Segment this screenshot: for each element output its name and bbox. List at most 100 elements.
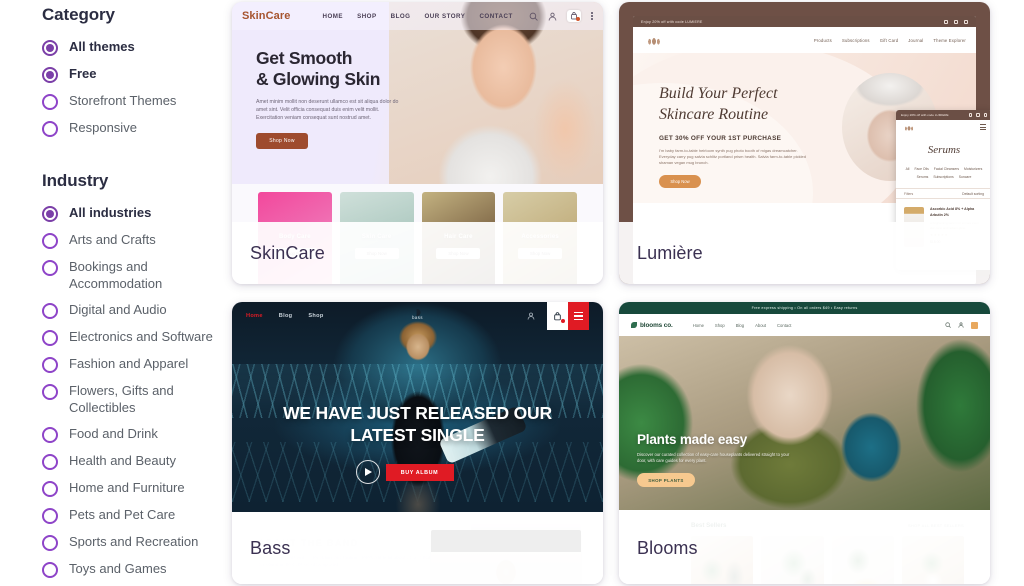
industry-option-sports-and-recreation[interactable]: Sports and Recreation: [42, 534, 232, 551]
account-icon[interactable]: [958, 322, 964, 328]
industry-option-pets-and-pet-care[interactable]: Pets and Pet Care: [42, 507, 232, 524]
nav-link-gift-card[interactable]: Gift Card: [880, 38, 899, 43]
cart-icon[interactable]: [567, 10, 582, 22]
search-icon[interactable]: [945, 322, 951, 328]
industry-option-fashion-and-apparel[interactable]: Fashion and Apparel: [42, 356, 232, 373]
lumiere-shop-now-button[interactable]: Shop Now: [659, 175, 701, 188]
nav-link-theme-explorer[interactable]: Theme Explorer: [933, 38, 966, 43]
filter-label[interactable]: Filters: [904, 192, 913, 196]
nav-link-home[interactable]: Home: [693, 323, 704, 328]
sort-dropdown[interactable]: Default sorting: [962, 192, 984, 196]
industry-option-food-and-drink[interactable]: Food and Drink: [42, 426, 232, 443]
tab-suncare[interactable]: Suncare: [959, 175, 972, 179]
nav-link-our-story[interactable]: OUR STORY: [424, 13, 465, 20]
account-icon[interactable]: [527, 312, 535, 320]
tab-face-oils[interactable]: Face Oils: [914, 167, 928, 171]
category-option-all-themes[interactable]: All themes: [42, 39, 232, 56]
blooms-announcement-bar: Free express shipping • On all orders $4…: [619, 302, 990, 314]
mobile-announcement-bar: Enjoy 20% off with code LUMIERE: [896, 110, 990, 120]
nav-link-shop[interactable]: Shop: [308, 313, 323, 319]
hamburger-menu-icon[interactable]: [980, 124, 986, 130]
tab-facial-cleansers[interactable]: Facial Cleansers: [934, 167, 959, 171]
more-options-icon[interactable]: [591, 11, 593, 21]
account-icon[interactable]: [976, 113, 980, 117]
industry-option-health-and-beauty[interactable]: Health and Beauty: [42, 453, 232, 470]
nav-link-blog[interactable]: BLOG: [391, 13, 411, 20]
industry-option-bookings-and-accommodation[interactable]: Bookings and Accommodation: [42, 259, 232, 292]
theme-name: SkinCare: [250, 242, 325, 263]
radio-icon[interactable]: [42, 67, 58, 83]
search-icon[interactable]: [968, 113, 973, 117]
nav-link-shop[interactable]: Shop: [715, 323, 725, 328]
category-option-responsive[interactable]: Responsive: [42, 120, 232, 137]
blooms-announcement-text: Free express shipping • On all orders $4…: [751, 306, 858, 310]
industry-option-toys-and-games[interactable]: Toys and Games: [42, 561, 232, 578]
mobile-navbar: [896, 120, 990, 134]
bass-buy-album-button[interactable]: BUY ALBUM: [385, 464, 454, 481]
nav-link-home[interactable]: HOME: [323, 13, 344, 20]
category-option-storefront-themes[interactable]: Storefront Themes: [42, 93, 232, 110]
nav-link-shop[interactable]: SHOP: [357, 13, 377, 20]
cart-icon[interactable]: [547, 302, 568, 330]
tab-serums[interactable]: Serums: [917, 175, 929, 179]
radio-icon[interactable]: [42, 454, 58, 470]
radio-icon[interactable]: [42, 384, 58, 400]
industry-option-home-and-furniture[interactable]: Home and Furniture: [42, 480, 232, 497]
radio-icon[interactable]: [42, 260, 58, 276]
play-button-icon[interactable]: [355, 460, 380, 484]
theme-card-lumiere[interactable]: Enjoy 20% off with code LUMIERE Products…: [619, 2, 990, 284]
lumiere-nav-links: Products Subscriptions Gift Card Journal…: [814, 38, 966, 43]
theme-card-skincare[interactable]: SkinCare HOME SHOP BLOG OUR STORY CONTAC…: [232, 2, 603, 284]
skincare-shop-now-button[interactable]: Shop Now: [256, 133, 308, 149]
radio-icon[interactable]: [42, 233, 58, 249]
theme-browser-page: Category All themes Free Storefront Them…: [0, 0, 1024, 586]
nav-link-blog[interactable]: Blog: [736, 323, 744, 328]
category-option-free[interactable]: Free: [42, 66, 232, 83]
radio-icon[interactable]: [42, 206, 58, 222]
radio-icon[interactable]: [42, 481, 58, 497]
nav-link-subscriptions[interactable]: Subscriptions: [842, 38, 870, 43]
nav-link-contact[interactable]: CONTACT: [479, 13, 512, 20]
tab-moisturizers[interactable]: Moisturizers: [964, 167, 982, 171]
hamburger-menu-icon[interactable]: [568, 302, 589, 330]
industry-option-digital-and-audio[interactable]: Digital and Audio: [42, 302, 232, 319]
industry-option-all-industries[interactable]: All industries: [42, 205, 232, 222]
industry-option-electronics-and-software[interactable]: Electronics and Software: [42, 329, 232, 346]
nav-link-products[interactable]: Products: [814, 38, 832, 43]
tab-all[interactable]: All: [906, 167, 910, 171]
theme-card-blooms[interactable]: Free express shipping • On all orders $4…: [619, 302, 990, 584]
account-icon[interactable]: [548, 12, 557, 21]
theme-card-bass[interactable]: WE HAVE JUST RELEASED OUR LATEST SINGLE B…: [232, 302, 603, 584]
search-icon[interactable]: [529, 12, 538, 21]
industry-option-arts-and-crafts[interactable]: Arts and Crafts: [42, 232, 232, 249]
tab-subscriptions[interactable]: Subscriptions: [933, 175, 953, 179]
radio-icon[interactable]: [42, 121, 58, 137]
mobile-topbar-icons: [968, 113, 987, 117]
blooms-hero: Plants made easy Discover our curated co…: [619, 336, 990, 510]
radio-icon[interactable]: [42, 330, 58, 346]
nav-link-about[interactable]: About: [755, 323, 766, 328]
skincare-nav-links: HOME SHOP BLOG OUR STORY CONTACT: [323, 13, 513, 20]
cart-icon[interactable]: [983, 113, 987, 117]
cart-icon[interactable]: [971, 321, 978, 329]
bass-hero: WE HAVE JUST RELEASED OUR LATEST SINGLE B…: [232, 302, 603, 512]
radio-icon[interactable]: [42, 562, 58, 578]
blooms-navbar: blooms co. Home Shop Blog About Contact: [619, 314, 990, 336]
radio-icon[interactable]: [42, 535, 58, 551]
nav-link-contact[interactable]: Contact: [777, 323, 791, 328]
search-icon[interactable]: [944, 19, 948, 24]
industry-option-flowers-gifts-and-collectibles[interactable]: Flowers, Gifts and Collectibles: [42, 383, 232, 416]
nav-link-home[interactable]: Home: [246, 313, 263, 319]
blooms-shop-plants-button[interactable]: SHOP PLANTS: [637, 473, 695, 488]
lumiere-announcement-bar: Enjoy 20% off with code LUMIERE: [633, 16, 976, 27]
radio-icon[interactable]: [42, 40, 58, 56]
radio-icon[interactable]: [42, 508, 58, 524]
radio-icon[interactable]: [42, 303, 58, 319]
radio-icon[interactable]: [42, 427, 58, 443]
cart-icon[interactable]: [964, 19, 968, 24]
nav-link-journal[interactable]: Journal: [908, 38, 923, 43]
nav-link-blog[interactable]: Blog: [279, 313, 293, 319]
radio-icon[interactable]: [42, 94, 58, 110]
account-icon[interactable]: [954, 19, 958, 24]
radio-icon[interactable]: [42, 357, 58, 373]
